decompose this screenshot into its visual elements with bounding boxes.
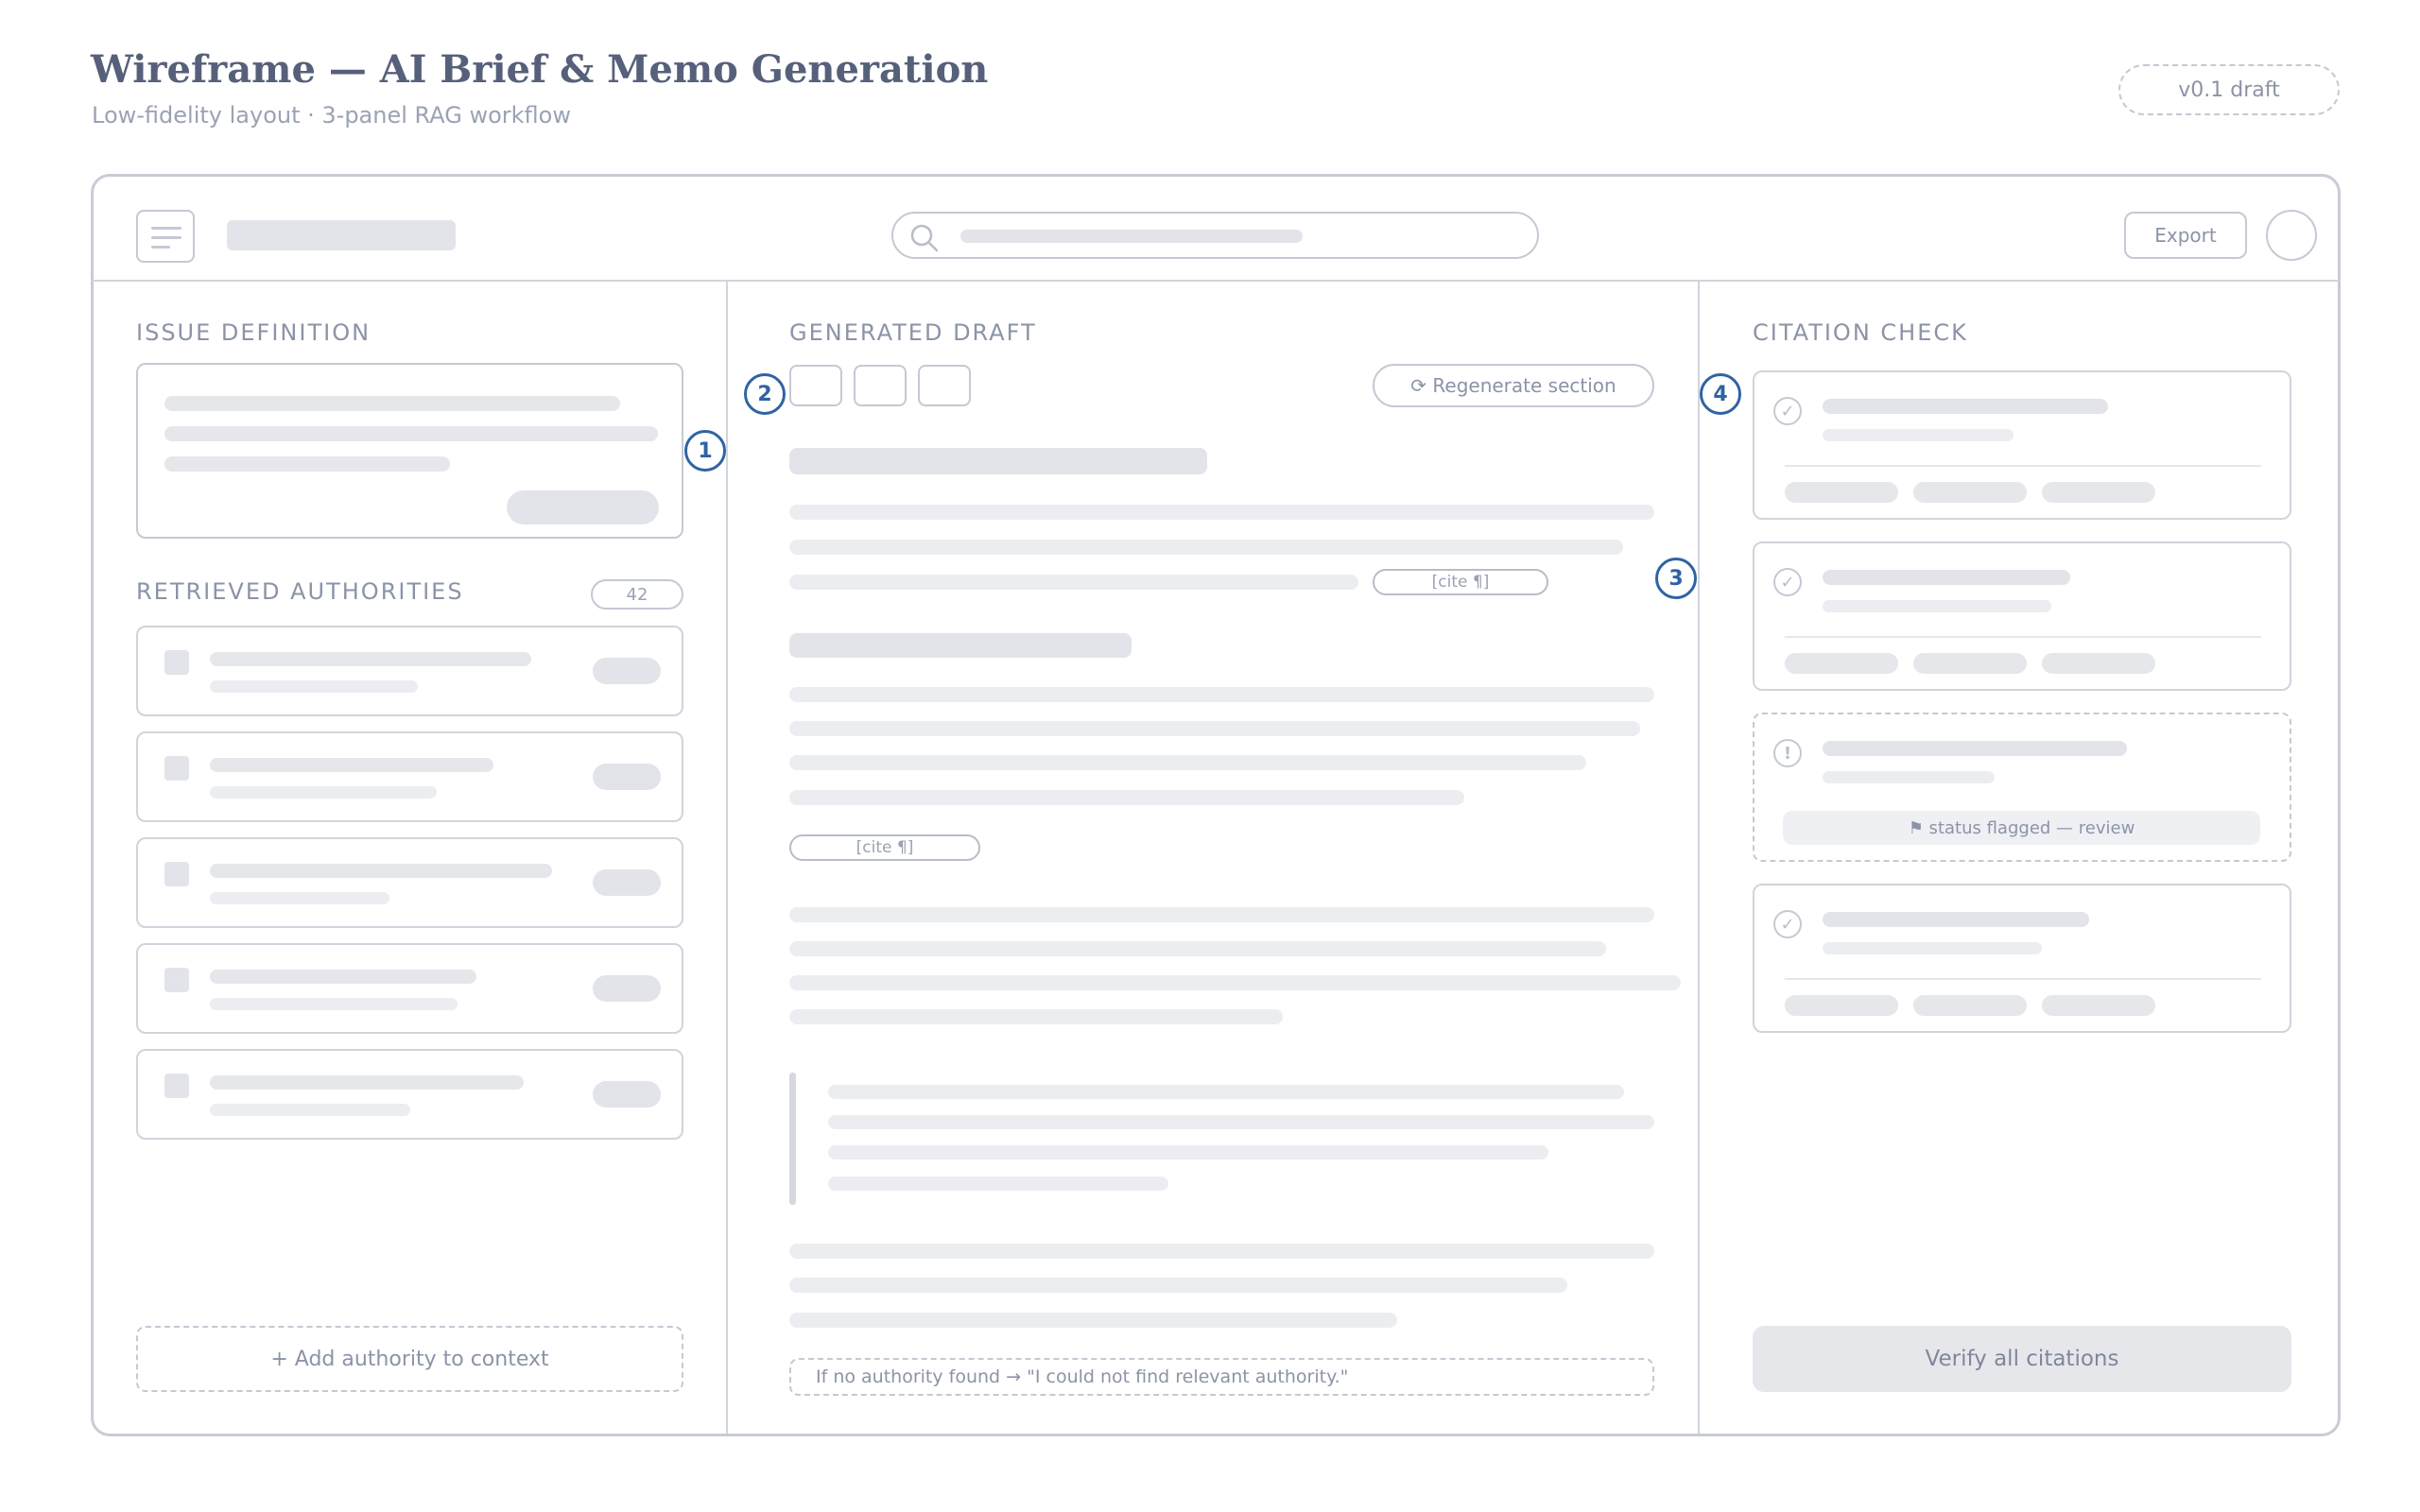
toolbar-button-1[interactable] [789, 365, 842, 406]
regenerate-section-button[interactable]: ⟳ Regenerate section [1373, 364, 1654, 407]
callout-marker-1: 1 [684, 430, 726, 472]
authority-item[interactable] [136, 626, 683, 716]
authority-checkbox[interactable] [164, 862, 189, 886]
draft-section-heading [789, 448, 1207, 474]
add-authority-button[interactable]: + Add authority to context [136, 1326, 683, 1392]
callout-marker-4: 4 [1700, 373, 1741, 415]
issue-definition-input[interactable] [136, 363, 683, 539]
authority-item[interactable] [136, 837, 683, 928]
citation-tag [1913, 482, 2027, 503]
authority-tag [593, 975, 661, 1002]
avatar[interactable] [2266, 210, 2317, 261]
citation-tag [2042, 482, 2155, 503]
flag-status-pill: ⚑ status flagged — review [1783, 811, 2260, 845]
citation-tag [2042, 995, 2155, 1016]
draft-section-heading [789, 633, 1132, 658]
generated-draft-heading: GENERATED DRAFT [789, 319, 1037, 346]
citation-tag [1913, 653, 2027, 674]
search-placeholder-bar [960, 230, 1303, 243]
authority-tag [593, 869, 661, 896]
citation-tag [1785, 653, 1898, 674]
alert-circle-icon: ! [1773, 739, 1802, 767]
authority-item[interactable] [136, 943, 683, 1034]
authority-checkbox[interactable] [164, 1074, 189, 1098]
citation-card[interactable]: ✓ [1753, 370, 2291, 520]
export-button[interactable]: Export [2124, 212, 2247, 259]
citation-check-heading: CITATION CHECK [1753, 319, 1968, 346]
authority-item[interactable] [136, 1049, 683, 1140]
cite-chip[interactable]: [cite ¶] [789, 834, 980, 861]
authority-tag [593, 764, 661, 790]
issue-definition-heading: ISSUE DEFINITION [136, 319, 372, 346]
authority-tag [593, 658, 661, 684]
check-circle-icon: ✓ [1773, 910, 1802, 938]
menu-button[interactable] [136, 210, 195, 263]
check-circle-icon: ✓ [1773, 568, 1802, 596]
verify-all-citations-button[interactable]: Verify all citations [1753, 1326, 2291, 1392]
page-title: Wireframe — AI Brief & Memo Generation [91, 47, 989, 92]
check-circle-icon: ✓ [1773, 397, 1802, 425]
authority-checkbox[interactable] [164, 968, 189, 992]
authority-tag [593, 1081, 661, 1108]
authority-checkbox[interactable] [164, 756, 189, 781]
issue-submit-button[interactable] [507, 490, 659, 524]
authorities-count-badge: 42 [591, 579, 683, 610]
citation-card[interactable]: ✓ [1753, 541, 2291, 691]
toolbar-button-2[interactable] [854, 365, 907, 406]
cite-chip[interactable]: [cite ¶] [1373, 569, 1548, 595]
menu-icon [151, 227, 182, 230]
citation-card[interactable]: ✓ [1753, 884, 2291, 1033]
search-icon [910, 224, 939, 252]
authority-checkbox[interactable] [164, 650, 189, 675]
toolbar-button-3[interactable] [918, 365, 971, 406]
fallback-note: If no authority found → "I could not fin… [789, 1358, 1654, 1396]
callout-marker-2: 2 [744, 373, 786, 415]
blockquote-rule [789, 1073, 796, 1205]
version-badge: v0.1 draft [2118, 64, 2340, 115]
app-name-placeholder [227, 220, 456, 250]
citation-tag [1785, 995, 1898, 1016]
callout-marker-3: 3 [1655, 558, 1697, 599]
search-input[interactable] [891, 212, 1539, 259]
left-panel-divider [726, 282, 728, 1434]
retrieved-authorities-heading: RETRIEVED AUTHORITIES [136, 578, 464, 605]
page-subtitle: Low-fidelity layout · 3-panel RAG workfl… [92, 102, 571, 129]
citation-tag [1785, 482, 1898, 503]
citation-tag [1913, 995, 2027, 1016]
authority-item[interactable] [136, 731, 683, 822]
topbar-divider [93, 280, 2339, 282]
citation-tag [2042, 653, 2155, 674]
right-panel-divider [1698, 282, 1700, 1434]
